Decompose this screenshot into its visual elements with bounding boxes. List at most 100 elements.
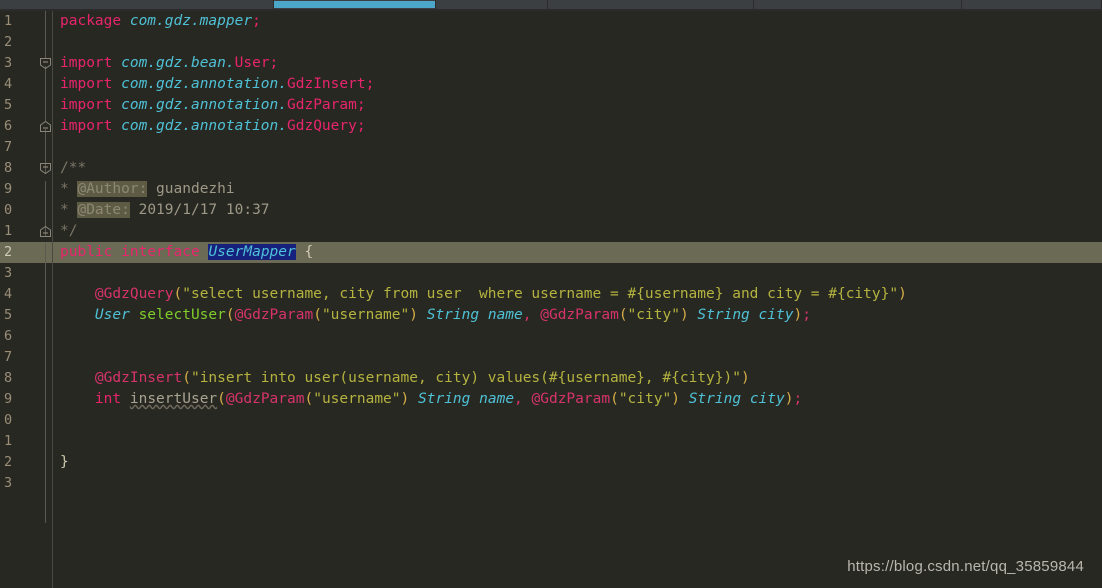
- token-package-path: com.gdz.annotation.: [121, 118, 287, 134]
- token-keyword: import: [60, 76, 113, 92]
- token-paren-close: ): [740, 370, 750, 386]
- token-author-value: guandezhi: [156, 181, 235, 197]
- token-class: User: [234, 55, 270, 71]
- line-number-gutter[interactable]: 1 2 3 4 5 6 7 8 9 0 1 2 3 4 5 6 7 8 9 0 …: [0, 11, 52, 588]
- editor-window: 1 2 3 4 5 6 7 8 9 0 1 2 3 4 5 6 7 8 9 0 …: [0, 0, 1102, 588]
- token-keyword-interface: interface: [121, 244, 200, 260]
- token-paren-close: ): [409, 307, 418, 323]
- code-content[interactable]: package com.gdz.mapper; import com.gdz.b…: [53, 11, 1102, 588]
- token-type-string: String: [697, 307, 750, 323]
- token-paren-open: (: [313, 307, 322, 323]
- line-number: 4: [4, 76, 13, 92]
- editor-tab-active[interactable]: [274, 0, 436, 9]
- token-comment-open: /**: [60, 160, 87, 176]
- token-param-string-username: "username": [321, 307, 410, 323]
- fold-collapse-icon[interactable]: [39, 162, 52, 175]
- fold-end-icon[interactable]: [39, 120, 52, 133]
- token-sql-string-select: "select username, city from user where u…: [182, 286, 899, 302]
- line-number: 7: [4, 139, 13, 155]
- fold-guide-line: [45, 243, 46, 523]
- token-type-string: String: [426, 307, 480, 323]
- code-editor[interactable]: 1 2 3 4 5 6 7 8 9 0 1 2 3 4 5 6 7 8 9 0 …: [0, 11, 1102, 588]
- editor-tab-5[interactable]: [754, 0, 962, 9]
- code-line-19: int insertUser(@GdzParam("username") Str…: [53, 389, 802, 410]
- token-param-string-city: "city": [627, 307, 680, 323]
- editor-tab-3[interactable]: [436, 0, 548, 9]
- line-number: 2: [4, 454, 13, 470]
- line-number: 5: [4, 97, 13, 113]
- code-line-6: import com.gdz.annotation.GdzQuery;: [53, 116, 366, 137]
- code-line-12-current: public interface UserMapper {: [53, 242, 1102, 263]
- line-number: 6: [4, 118, 13, 134]
- fold-guide-line: [45, 11, 46, 59]
- token-paren-open: (: [610, 391, 619, 407]
- token-comment-star: *: [60, 181, 69, 197]
- token-paren-open: (: [304, 391, 314, 407]
- token-paren-open: (: [217, 391, 226, 407]
- token-semicolon: ;: [269, 55, 279, 71]
- token-type-string: String: [688, 391, 742, 407]
- token-class: GdzParam: [287, 97, 357, 113]
- token-comment-close: */: [60, 223, 78, 239]
- line-number: 1: [4, 433, 13, 449]
- token-package-path: com.gdz.annotation.: [121, 97, 287, 113]
- token-param-name: name: [487, 307, 523, 323]
- token-annotation-gdzparam: @GdzParam: [531, 391, 611, 407]
- code-line-8: /**: [53, 158, 86, 179]
- token-param-city: city: [749, 391, 785, 407]
- token-annotation-gdzparam: @GdzParam: [540, 307, 619, 323]
- token-paren-close: ): [679, 307, 689, 323]
- token-selected-typename[interactable]: UserMapper: [208, 244, 296, 260]
- line-number: 4: [4, 286, 13, 302]
- code-line-10: * @Date: 2019/1/17 10:37: [53, 200, 270, 221]
- token-semicolon: ;: [356, 97, 366, 113]
- fold-end-icon[interactable]: [39, 225, 52, 238]
- token-type-string: String: [418, 391, 471, 407]
- token-keyword: import: [60, 118, 113, 134]
- token-javadoc-tag-author: @Author:: [77, 181, 148, 197]
- fold-collapse-icon[interactable]: [39, 57, 52, 70]
- line-number: 3: [4, 475, 13, 491]
- editor-tab-strip[interactable]: [0, 0, 1102, 9]
- code-line-18: @GdzInsert("insert into user(username, c…: [53, 368, 750, 389]
- token-keyword: import: [60, 55, 113, 71]
- token-package-path: com.gdz.annotation.: [121, 76, 287, 92]
- editor-tab-1[interactable]: [0, 0, 274, 9]
- token-method-selectuser: selectUser: [138, 307, 226, 323]
- token-package-path: com.gdz.mapper: [129, 13, 253, 29]
- token-date-value: 2019/1/17 10:37: [138, 202, 270, 218]
- token-param-city: city: [758, 307, 794, 323]
- token-comment-star: *: [60, 202, 69, 218]
- token-paren-close: ): [400, 391, 410, 407]
- token-paren-open: (: [182, 370, 191, 386]
- editor-tab-4[interactable]: [548, 0, 754, 9]
- token-package-path: com.gdz.bean.: [121, 55, 235, 71]
- token-return-type-int: int: [94, 391, 122, 407]
- token-paren-open: (: [225, 307, 235, 323]
- token-comma: ,: [522, 307, 532, 323]
- token-keyword: package: [60, 13, 122, 29]
- token-param-name: name: [479, 391, 515, 407]
- editor-tab-6[interactable]: [962, 0, 1102, 9]
- token-annotation-gdzinsert: @GdzInsert: [94, 370, 183, 386]
- line-number: 3: [4, 265, 13, 281]
- line-number: 1: [4, 13, 13, 29]
